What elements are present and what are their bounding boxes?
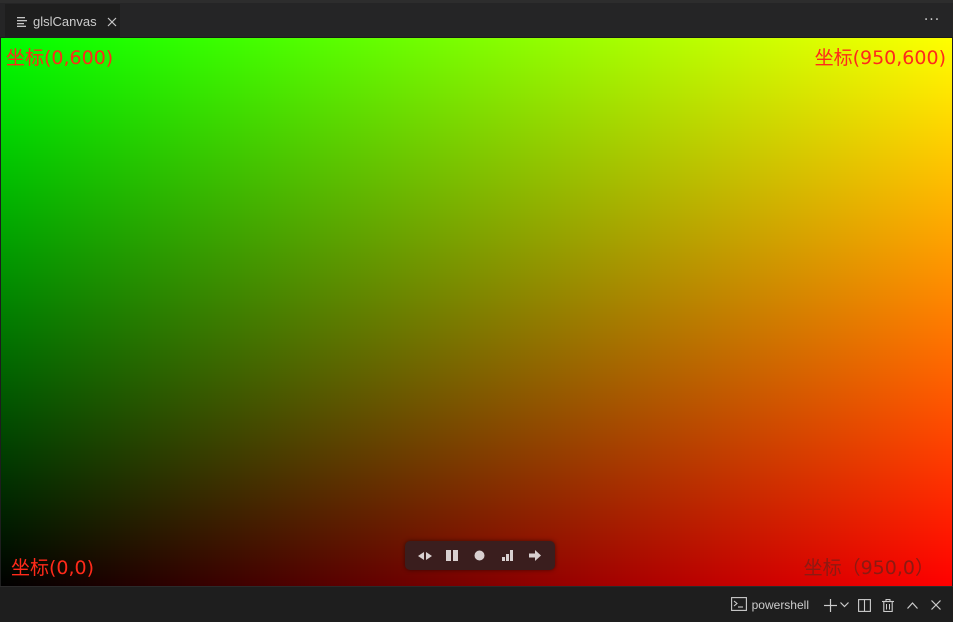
arrow-right-icon[interactable]: [525, 546, 545, 566]
file-lines-icon: [17, 16, 27, 27]
glsl-canvas[interactable]: 坐标(0,600) 坐标(950,600) 坐标(0,0) 坐标（950,0）: [1, 38, 952, 586]
terminal-label: powershell: [751, 598, 809, 612]
pause-icon[interactable]: [442, 546, 462, 566]
canvas-gradient-green: [1, 38, 952, 586]
split-icon[interactable]: [855, 596, 873, 614]
tab-label: glslCanvas: [33, 14, 97, 29]
panel-actions: powershell: [730, 587, 945, 622]
close-icon[interactable]: [927, 596, 945, 614]
editor-tab-bar: glslCanvas ···: [0, 3, 953, 38]
playback-toolbar: [405, 541, 555, 570]
terminal-powershell[interactable]: powershell: [730, 596, 809, 615]
chevron-up-icon[interactable]: [903, 596, 921, 614]
terminal-icon: [730, 596, 747, 615]
coord-label-bottom-right: 坐标（950,0）: [803, 557, 934, 579]
coord-label-top-right: 坐标(950,600): [814, 47, 946, 69]
seek-icon[interactable]: [415, 546, 435, 566]
plus-icon[interactable]: [821, 596, 839, 614]
chevron-down-icon[interactable]: [839, 596, 849, 614]
coord-label-top-left: 坐标(0,600): [6, 47, 114, 69]
stats-icon[interactable]: [498, 546, 518, 566]
record-icon[interactable]: [470, 546, 490, 566]
tab-glslcanvas[interactable]: glslCanvas: [5, 4, 120, 38]
close-icon[interactable]: [106, 16, 118, 28]
app-window: glslCanvas ··· 坐标(0,600) 坐标(950,600) 坐标(…: [0, 0, 953, 622]
panel-bar: powershell: [0, 586, 953, 622]
trash-icon[interactable]: [879, 596, 897, 614]
coord-label-bottom-left: 坐标(0,0): [11, 557, 95, 579]
more-actions-button[interactable]: ···: [921, 9, 943, 31]
